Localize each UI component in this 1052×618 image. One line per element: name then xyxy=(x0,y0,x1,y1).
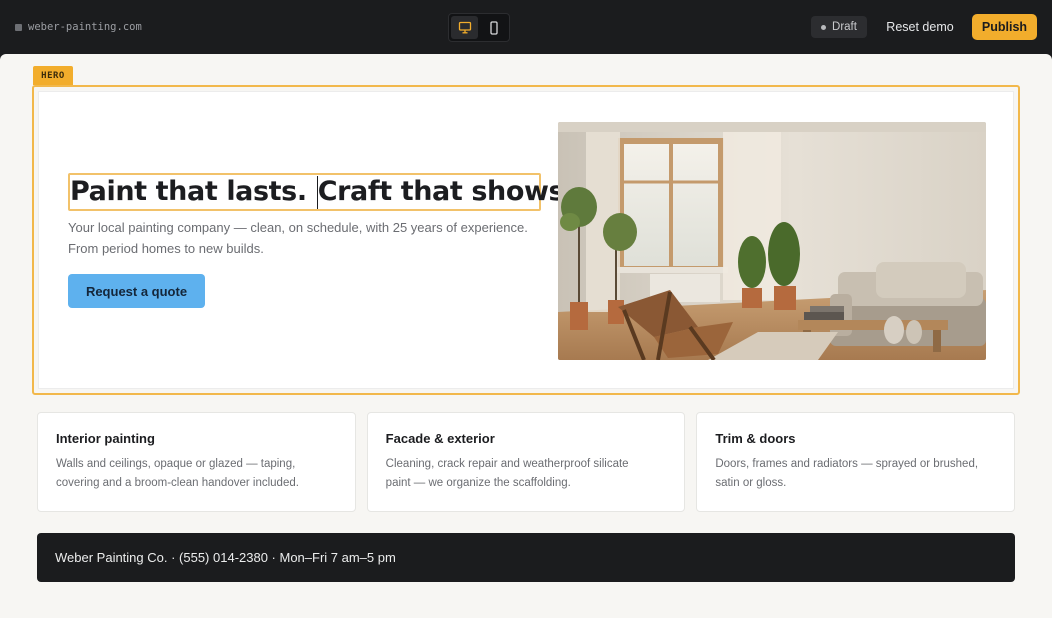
site-url: weber-painting.com xyxy=(15,20,142,34)
service-card-facade[interactable]: Facade & exterior Cleaning, crack repair… xyxy=(366,412,686,512)
hero-subtitle-line2: From period homes to new builds. xyxy=(68,241,264,256)
device-preview-toggle xyxy=(448,13,510,42)
site-favicon-icon xyxy=(15,23,22,31)
draft-status-badge: Draft xyxy=(811,16,867,38)
editor-toolbar: weber-painting.com Draft Reset demo Publ… xyxy=(0,0,1052,54)
service-description-line2: covering and a broom-clean handover incl… xyxy=(56,477,299,489)
service-description-line1: Cleaning, crack repair and weatherproof … xyxy=(385,458,629,470)
service-description-line1: Walls and ceilings, opaque or glazed — t… xyxy=(56,458,296,470)
service-card-trim[interactable]: Trim & doors Doors, frames and radiators… xyxy=(696,412,1016,512)
service-description-line2: satin or gloss. xyxy=(715,477,787,489)
service-title: Facade & exterior xyxy=(385,431,495,446)
site-url-text: weber-painting.com xyxy=(28,21,142,33)
service-description-line2: paint — we organize the scaffolding. xyxy=(385,477,571,489)
service-card-interior[interactable]: Interior painting Walls and ceilings, op… xyxy=(37,412,356,512)
hero-section[interactable]: Paint that lasts. Craft that shows. Your… xyxy=(38,91,1014,389)
hero-subtitle: Your local painting company — clean, on … xyxy=(68,217,548,259)
hero-title-part2: Craft that shows. xyxy=(317,175,575,207)
desktop-preview-button[interactable] xyxy=(451,16,478,39)
hero-subtitle-line1: Your local painting company — clean, on … xyxy=(68,220,528,235)
site-footer[interactable]: Weber Painting Co. · (555) 014-2380 · Mo… xyxy=(37,533,1015,582)
living-room-photo xyxy=(558,122,986,360)
hero-title: Paint that lasts. Craft that shows. xyxy=(70,175,575,209)
hero-title-part1: Paint that lasts. xyxy=(70,175,307,207)
service-description: Doors, frames and radiators — sprayed or… xyxy=(715,455,996,493)
service-description: Cleaning, crack repair and weatherproof … xyxy=(386,455,667,493)
publish-button[interactable]: Publish xyxy=(972,14,1037,40)
request-quote-button[interactable]: Request a quote xyxy=(68,274,205,308)
mobile-preview-button[interactable] xyxy=(480,16,507,39)
service-description-line1: Doors, frames and radiators — sprayed or… xyxy=(715,458,979,470)
mobile-icon xyxy=(489,20,498,35)
desktop-icon xyxy=(458,21,471,34)
service-title: Interior painting xyxy=(56,431,155,446)
hero-section-label: HERO xyxy=(33,66,73,85)
status-dot-icon xyxy=(821,24,827,30)
hero-title-editable[interactable]: Paint that lasts. Craft that shows. xyxy=(68,173,574,211)
reset-demo-button[interactable]: Reset demo xyxy=(880,17,960,37)
footer-contact-text: Weber Painting Co. · (555) 014-2380 · Mo… xyxy=(55,550,396,565)
services-row: Interior painting Walls and ceilings, op… xyxy=(37,412,1016,512)
service-title: Trim & doors xyxy=(715,431,796,446)
service-description: Walls and ceilings, opaque or glazed — t… xyxy=(56,455,337,493)
draft-status-text: Draft xyxy=(832,21,857,33)
page-canvas: HERO Paint that lasts. Craft that shows.… xyxy=(0,54,1052,618)
hero-image[interactable] xyxy=(558,122,986,360)
